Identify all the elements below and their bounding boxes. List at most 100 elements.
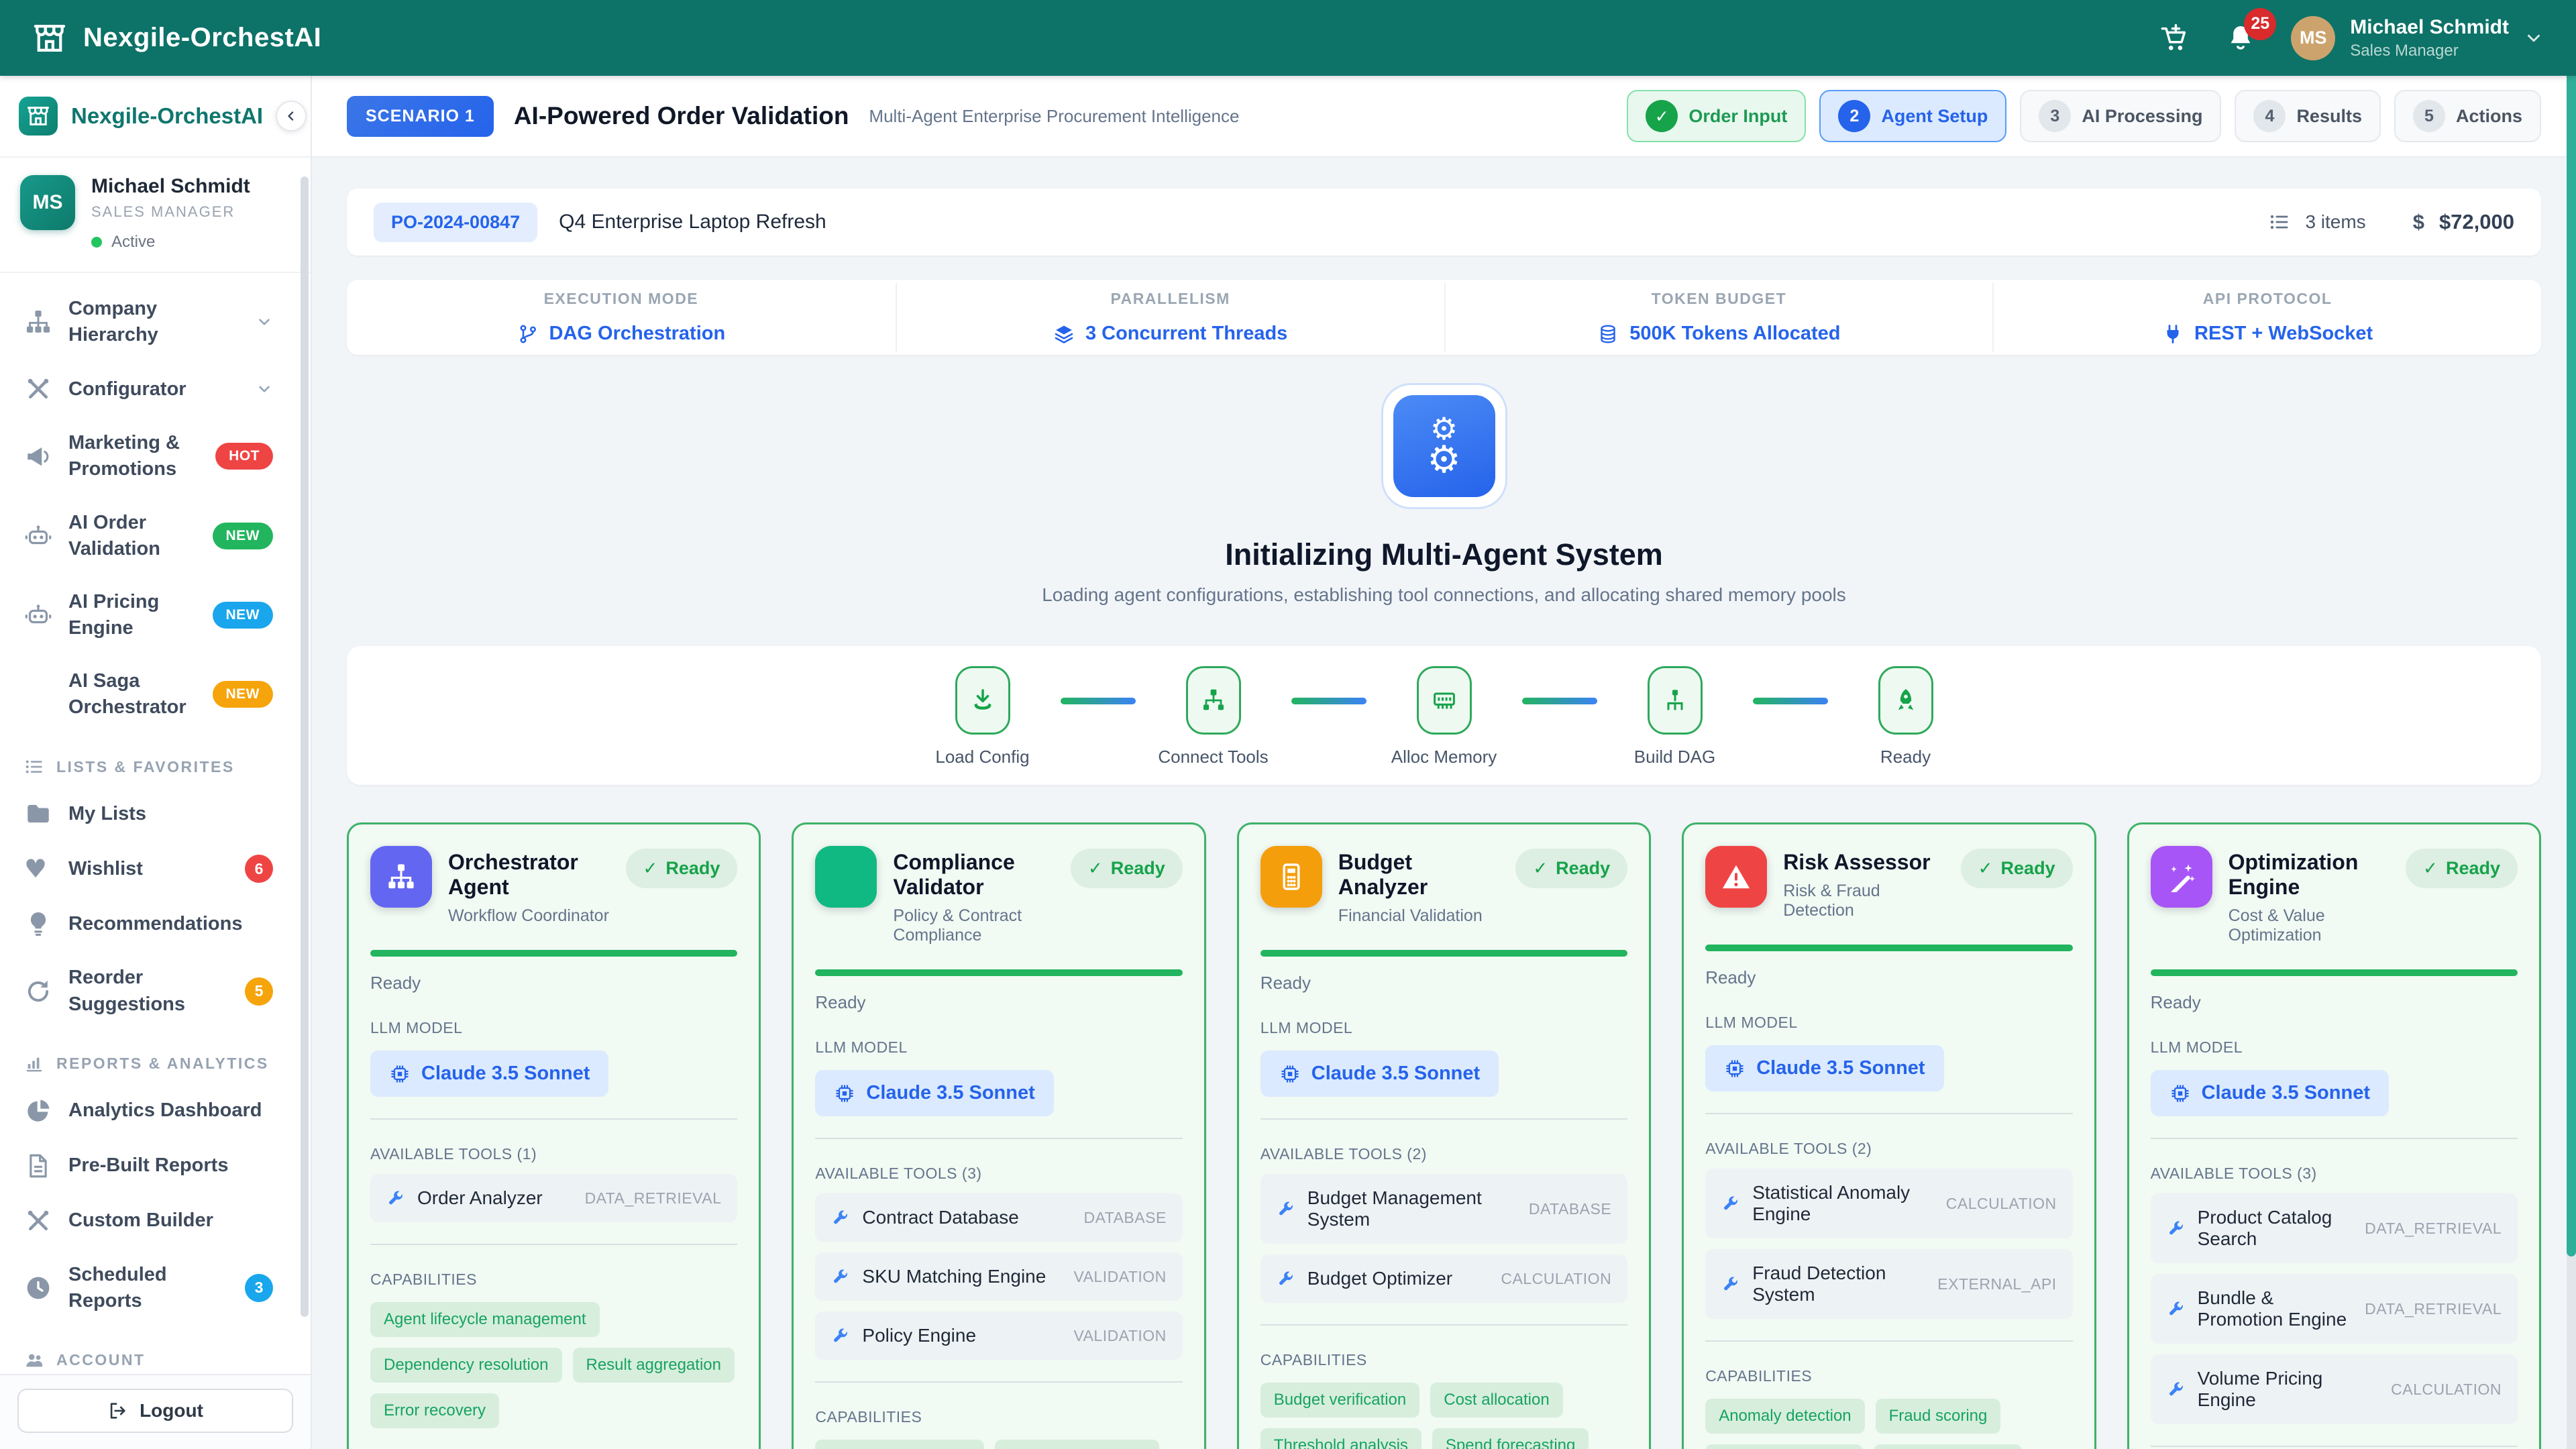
sidebar-item-ai-saga-orchestrator[interactable]: AI Saga Orchestrator NEW	[0, 655, 311, 734]
sidebar-item-label: AI Saga Orchestrator	[68, 668, 197, 720]
sidebar-item-pre-built-reports[interactable]: Pre-Built Reports	[0, 1138, 311, 1193]
step-agent-setup[interactable]: 2 Agent Setup	[1819, 90, 2006, 142]
network-icon	[1200, 687, 1227, 714]
init-step-label: Connect Tools	[1158, 747, 1268, 767]
llm-model-chip: Claude 3.5 Sonnet	[815, 1070, 1053, 1116]
execution-config-card: EXECUTION MODE DAG Orchestration PARALLE…	[347, 280, 2541, 355]
sidebar-item-scheduled-reports[interactable]: Scheduled Reports 3	[0, 1248, 311, 1328]
robot-icon	[24, 601, 52, 629]
page-header: SCENARIO 1 AI-Powered Order Validation M…	[312, 76, 2576, 158]
user-menu[interactable]: MS Michael Schmidt Sales Manager	[2291, 16, 2544, 60]
cart-button[interactable]	[2159, 23, 2190, 54]
step-order-input[interactable]: ✓ Order Input	[1627, 90, 1806, 142]
progress-connector	[1753, 698, 1828, 704]
step-label: Actions	[2456, 106, 2522, 127]
sidebar-scrollbar[interactable]	[301, 176, 309, 1317]
logout-button[interactable]: Logout	[17, 1389, 293, 1433]
notification-badge: 25	[2244, 8, 2276, 40]
pie-chart-icon	[24, 1097, 52, 1125]
tool-row: Order Analyzer DATA_RETRIEVAL	[370, 1174, 737, 1222]
stepper: ✓ Order Input 2 Agent Setup 3 AI Process…	[1627, 90, 2541, 142]
check-icon: ✓	[1088, 859, 1103, 879]
items-count: 3 items	[2269, 211, 2365, 233]
progress-connector	[1291, 698, 1366, 704]
sidebar-item-my-lists[interactable]: My Lists	[0, 786, 311, 841]
agent-card-orchestrator: Orchestrator Agent Workflow Coordinator …	[347, 822, 761, 1449]
scrollbar-thumb[interactable]	[2567, 76, 2576, 1256]
dollar-icon: $	[2413, 210, 2424, 234]
config-label: API PROTOCOL	[1994, 290, 2541, 308]
status-badge: ✓ Ready	[1071, 849, 1183, 888]
tools-label: AVAILABLE TOOLS (3)	[2151, 1165, 2518, 1183]
sidebar-profile: MS Michael Schmidt SALES MANAGER Active	[0, 158, 311, 273]
step-number: 2	[1838, 100, 1870, 132]
storefront-icon	[32, 21, 67, 56]
sidebar-item-wishlist[interactable]: ♥ Wishlist 6	[0, 841, 311, 896]
order-total: $ $72,000	[2413, 210, 2514, 234]
sidebar-item-ai-pricing-engine[interactable]: AI Pricing Engine NEW	[0, 576, 311, 655]
sidebar-item-reorder-suggestions[interactable]: Reorder Suggestions 5	[0, 951, 311, 1030]
refresh-icon	[24, 977, 52, 1006]
tool-row: Budget Management System DATABASE	[1260, 1174, 1627, 1244]
init-step-build-dag: Build DAG	[1615, 666, 1735, 767]
sidebar-item-ai-order-validation[interactable]: AI Order Validation NEW	[0, 496, 311, 576]
llm-model-label: LLM MODEL	[815, 1038, 1182, 1057]
list-icon	[2269, 211, 2290, 233]
wrench-icon	[2167, 1380, 2186, 1399]
sidebar-item-configurator[interactable]: Configurator	[0, 362, 311, 417]
sidebar-item-label: Configurator	[68, 376, 239, 402]
config-value: 3 Concurrent Threads	[1085, 323, 1287, 345]
screen: Nexgile-OrchestAI 25 MS Michael Schmidt …	[0, 0, 2576, 1449]
sidebar-item-recommendations[interactable]: Recommendations	[0, 896, 311, 951]
tools-label: AVAILABLE TOOLS (3)	[815, 1165, 1182, 1183]
main: SCENARIO 1 AI-Powered Order Validation M…	[312, 76, 2576, 1449]
sidebar-item-analytics-dashboard[interactable]: Analytics Dashboard	[0, 1083, 311, 1138]
agent-name: Compliance Validator	[893, 850, 1055, 900]
order-title: Q4 Enterprise Laptop Refresh	[559, 211, 826, 233]
gears-icon	[24, 375, 52, 403]
wrench-icon	[831, 1326, 850, 1345]
init-step-alloc-memory: Alloc Memory	[1384, 666, 1505, 767]
sidebar-item-company-hierarchy[interactable]: Company Hierarchy	[0, 282, 311, 362]
llm-model-chip: Claude 3.5 Sonnet	[370, 1051, 608, 1097]
step-label: AI Processing	[2082, 106, 2202, 127]
storefront-icon	[19, 97, 58, 136]
count-badge: 5	[245, 977, 273, 1006]
capability-chip: Policy enforcement	[995, 1440, 1159, 1449]
rocket-icon	[1892, 687, 1919, 714]
status-badge: ✓ Ready	[1961, 849, 2073, 888]
sidebar-item-marketing-promotions[interactable]: Marketing & Promotions HOT	[0, 417, 311, 496]
tool-row: Policy Engine VALIDATION	[815, 1311, 1182, 1360]
config-value: DAG Orchestration	[549, 323, 726, 345]
step-results[interactable]: 4 Results	[2235, 90, 2381, 142]
status-badge: ✓ Ready	[1515, 849, 1627, 888]
init-step-load-config: Load Config	[922, 666, 1043, 767]
topbar-actions: 25 MS Michael Schmidt Sales Manager	[2159, 16, 2544, 60]
wrench-icon	[2167, 1299, 2186, 1318]
wrench-icon	[2167, 1219, 2186, 1238]
sidebar-item-label: My Lists	[68, 801, 273, 827]
progress-bar	[370, 950, 737, 957]
sidebar-item-custom-builder[interactable]: Custom Builder	[0, 1193, 311, 1248]
step-number: 5	[2413, 100, 2445, 132]
wrench-icon	[1721, 1194, 1740, 1213]
llm-model-label: LLM MODEL	[370, 1019, 737, 1037]
notifications-button[interactable]: 25	[2225, 23, 2256, 54]
chevron-left-icon	[284, 109, 299, 123]
sidebar-item-label: Pre-Built Reports	[68, 1152, 273, 1179]
sidebar-nav: Company Hierarchy Configurator Marketing…	[0, 273, 311, 734]
llm-model-chip: Claude 3.5 Sonnet	[2151, 1070, 2389, 1116]
section-lists-favorites: LISTS & FAVORITES	[0, 734, 311, 786]
logout-area: Logout	[0, 1374, 311, 1449]
step-number: 3	[2039, 100, 2071, 132]
agent-status-text: Ready	[1705, 967, 2072, 988]
chevron-down-icon	[2524, 28, 2544, 48]
step-actions[interactable]: 5 Actions	[2394, 90, 2541, 142]
sidebar-item-label: AI Pricing Engine	[68, 589, 197, 641]
sidebar-collapse-button[interactable]	[276, 101, 307, 131]
step-ai-processing[interactable]: 3 AI Processing	[2020, 90, 2221, 142]
step-label: Order Input	[1688, 106, 1787, 127]
main-scrollbar[interactable]	[2567, 76, 2576, 1449]
user-gear-icon	[24, 1350, 44, 1371]
step-label: Results	[2296, 106, 2362, 127]
